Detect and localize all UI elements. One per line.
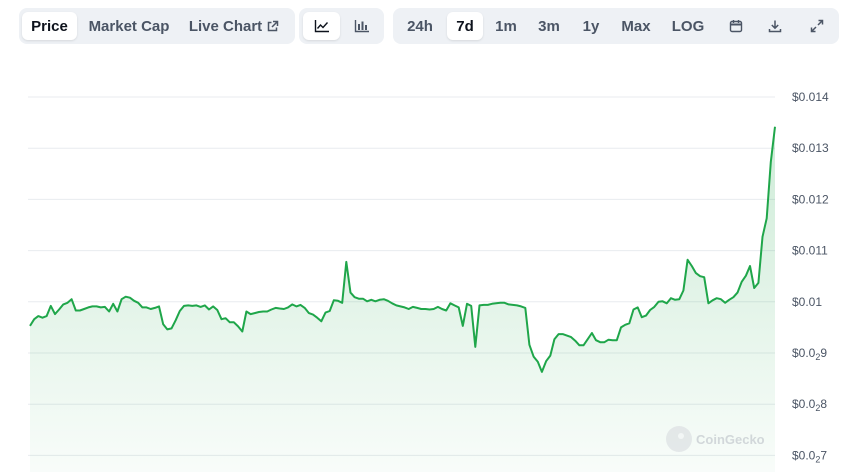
coingecko-logo-icon <box>666 426 692 452</box>
tab-market-cap[interactable]: Market Cap <box>82 12 176 40</box>
log-scale-button[interactable]: LOG <box>667 12 709 40</box>
view-tab-group: Price Market Cap Live Chart <box>19 8 295 44</box>
download-icon <box>768 19 782 33</box>
calendar-button[interactable] <box>721 12 751 40</box>
candlestick-chart-button[interactable] <box>343 12 380 40</box>
candlestick-chart-icon <box>354 19 370 33</box>
y-tick-label: $0.029 <box>792 346 827 362</box>
calendar-icon <box>729 19 743 33</box>
range-24h-label: 24h <box>407 17 433 35</box>
range-7d-button[interactable]: 7d <box>447 12 483 40</box>
range-max-label: Max <box>621 17 651 35</box>
range-3m-label: 3m <box>538 17 560 35</box>
line-chart-icon <box>314 19 330 33</box>
tab-live-chart[interactable]: Live Chart <box>184 12 284 40</box>
fullscreen-icon <box>810 19 824 33</box>
y-tick-label: $0.012 <box>792 192 829 206</box>
y-tick-label: $0.028 <box>792 397 827 413</box>
download-button[interactable] <box>760 12 790 40</box>
y-tick-label: $0.013 <box>792 141 829 155</box>
y-tick-label: $0.01 <box>792 295 822 309</box>
range-24h-button[interactable]: 24h <box>398 12 442 40</box>
range-1y-button[interactable]: 1y <box>574 12 608 40</box>
fullscreen-button[interactable] <box>802 12 832 40</box>
tab-price-label: Price <box>31 17 68 35</box>
range-1m-button[interactable]: 1m <box>488 12 524 40</box>
tab-price[interactable]: Price <box>22 12 77 40</box>
range-max-button[interactable]: Max <box>615 12 657 40</box>
price-chart-area[interactable]: $0.014 $0.013 $0.012 $0.011 $0.01 $0.029 $0.02… <box>0 50 848 472</box>
range-7d-label: 7d <box>456 17 474 35</box>
tab-live-chart-label: Live Chart <box>188 17 263 35</box>
chart-toolbar: Price Market Cap Live Chart 24h 7d 1m 3m… <box>0 8 848 44</box>
range-3m-button[interactable]: 3m <box>531 12 567 40</box>
price-area-fill <box>30 126 775 472</box>
y-tick-label: $0.027 <box>792 448 827 464</box>
watermark-text: CoinGecko <box>696 431 765 447</box>
range-1m-label: 1m <box>495 17 517 35</box>
y-tick-label: $0.014 <box>792 90 829 104</box>
chart-type-group <box>299 8 384 44</box>
external-link-icon <box>266 20 279 33</box>
range-1y-label: 1y <box>582 17 600 35</box>
log-scale-label: LOG <box>671 17 705 35</box>
y-tick-label: $0.011 <box>792 244 828 258</box>
coingecko-watermark: CoinGecko <box>666 426 765 452</box>
range-group: 24h 7d 1m 3m 1y Max LOG <box>393 8 839 44</box>
price-chart[interactable]: $0.014 $0.013 $0.012 $0.011 $0.01 $0.029 $0.02… <box>0 50 848 472</box>
tab-market-cap-label: Market Cap <box>88 17 170 35</box>
line-chart-button[interactable] <box>303 12 340 40</box>
